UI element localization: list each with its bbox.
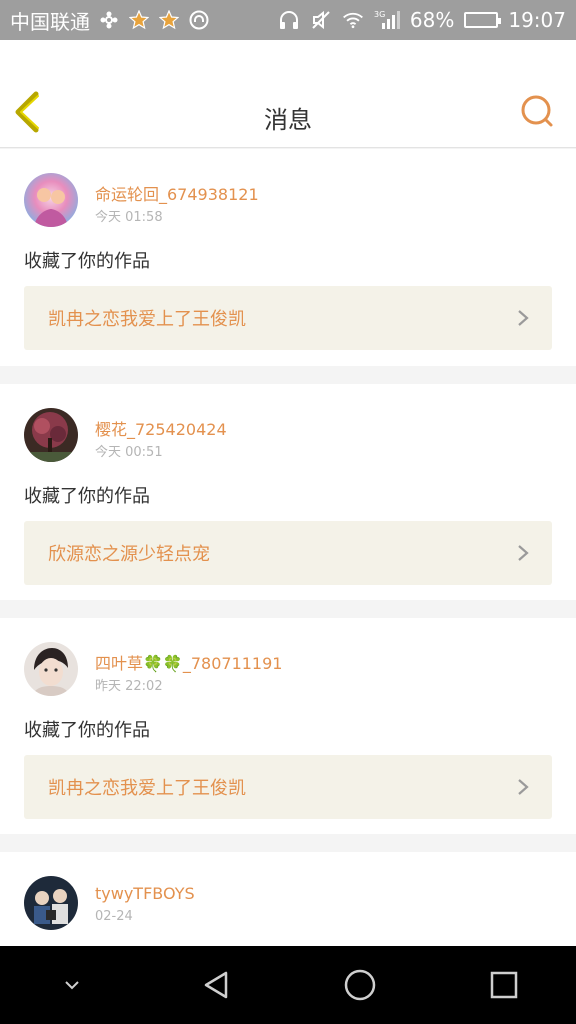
avatar[interactable] [24, 876, 78, 930]
headset-icon [188, 9, 210, 31]
star-icon [128, 9, 150, 31]
message-card: 四叶草🍀🍀_780711191 昨天 22:02 收藏了你的作品 凯冉之恋我爱上… [0, 618, 576, 834]
timestamp: 昨天 22:02 [95, 679, 163, 694]
chevron-down-icon [65, 981, 79, 990]
nav-back-button[interactable] [186, 955, 246, 1015]
circle-home-icon [344, 969, 376, 1001]
avatar[interactable] [24, 173, 78, 227]
signal-icon: 3G [374, 9, 400, 31]
svg-text:3G: 3G [374, 10, 385, 19]
square-recents-icon [490, 971, 518, 999]
user-name[interactable]: 四叶草🍀🍀_780711191 [95, 650, 282, 674]
chevron-right-icon [518, 779, 529, 795]
message-card: tywyTFBOYS 02-24 [0, 852, 576, 948]
status-bar: 中国联通 3G 68% 19:07 [0, 0, 576, 40]
carrier-label: 中国联通 [10, 9, 90, 34]
action-text: 收藏了你的作品 [24, 720, 150, 741]
system-nav-bar [0, 946, 576, 1024]
work-title: 欣源恋之源少轻点宠 [48, 544, 210, 565]
work-link[interactable]: 欣源恋之源少轻点宠 [24, 521, 552, 585]
avatar[interactable] [24, 642, 78, 696]
hide-nav-button[interactable] [42, 955, 102, 1015]
nav-recents-button[interactable] [474, 955, 534, 1015]
search-button[interactable] [518, 92, 558, 132]
headphones-icon [278, 9, 300, 31]
star-icon [158, 9, 180, 31]
user-name[interactable]: 命运轮回_674938121 [95, 181, 259, 205]
user-name[interactable]: tywyTFBOYS [95, 884, 195, 903]
wifi-icon [342, 9, 364, 31]
chevron-right-icon [518, 310, 529, 326]
timestamp: 02-24 [95, 909, 133, 924]
message-card: 命运轮回_674938121 今天 01:58 收藏了你的作品 凯冉之恋我爱上了… [0, 149, 576, 366]
header: 消息 [0, 40, 576, 148]
timestamp: 今天 00:51 [95, 445, 163, 460]
message-card: 樱花_725420424 今天 00:51 收藏了你的作品 欣源恋之源少轻点宠 [0, 384, 576, 600]
action-text: 收藏了你的作品 [24, 486, 150, 507]
triangle-back-icon [204, 971, 228, 999]
page-title: 消息 [264, 106, 312, 134]
user-name[interactable]: 樱花_725420424 [95, 416, 227, 440]
timestamp: 今天 01:58 [95, 210, 163, 225]
chevron-right-icon [518, 545, 529, 561]
work-link[interactable]: 凯冉之恋我爱上了王俊凯 [24, 286, 552, 350]
nav-home-button[interactable] [330, 955, 390, 1015]
battery-percent: 68% [409, 8, 455, 32]
flower-icon [98, 9, 120, 31]
avatar[interactable] [24, 408, 78, 462]
work-link[interactable]: 凯冉之恋我爱上了王俊凯 [24, 755, 552, 819]
work-title: 凯冉之恋我爱上了王俊凯 [48, 309, 246, 330]
clock: 19:07 [508, 8, 566, 32]
action-text: 收藏了你的作品 [24, 251, 150, 272]
search-icon [521, 95, 553, 127]
work-title: 凯冉之恋我爱上了王俊凯 [48, 778, 246, 799]
battery-icon [464, 12, 502, 28]
mute-icon [310, 9, 332, 31]
message-list: 命运轮回_674938121 今天 01:58 收藏了你的作品 凯冉之恋我爱上了… [0, 149, 576, 948]
